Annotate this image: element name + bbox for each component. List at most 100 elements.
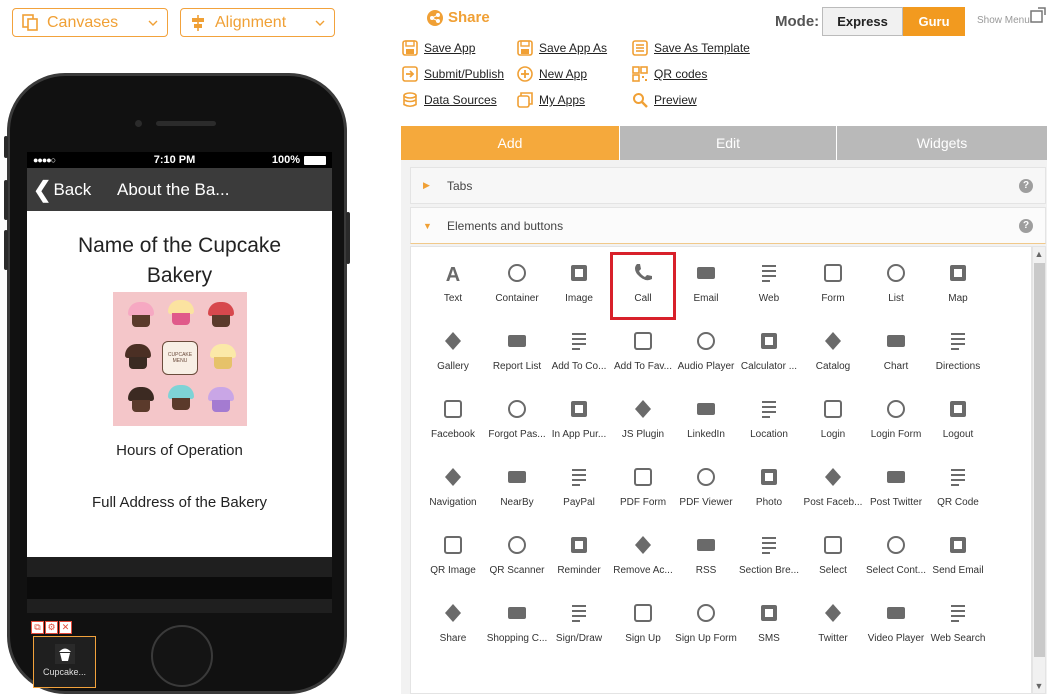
widget-login-form[interactable]: Login Form bbox=[864, 389, 928, 455]
settings-icon[interactable]: ⚙ bbox=[45, 621, 58, 634]
widget-label: PayPal bbox=[563, 497, 595, 508]
widget-sign-draw[interactable]: Sign/Draw bbox=[547, 593, 611, 659]
save-app-link[interactable]: Save App bbox=[402, 40, 475, 56]
widget-send-email[interactable]: Send Email bbox=[926, 525, 990, 591]
gallery-icon bbox=[445, 332, 461, 350]
widget-remove-ac[interactable]: Remove Ac... bbox=[611, 525, 675, 591]
copy-icon[interactable]: ⧉ bbox=[31, 621, 44, 634]
widget-sign-up[interactable]: Sign Up bbox=[611, 593, 675, 659]
mode-guru-button[interactable]: Guru bbox=[903, 7, 965, 36]
widget-image[interactable]: Image bbox=[547, 253, 611, 319]
widget-share[interactable]: Share bbox=[421, 593, 485, 659]
widget-in-app-pur[interactable]: In App Pur... bbox=[547, 389, 611, 455]
widget-qr-code[interactable]: QR Code bbox=[926, 457, 990, 523]
widget-catalog[interactable]: Catalog bbox=[801, 321, 865, 387]
widget-rss[interactable]: RSS bbox=[674, 525, 738, 591]
scroll-down-icon[interactable]: ▼ bbox=[1033, 681, 1045, 691]
widget-audio-player[interactable]: Audio Player bbox=[674, 321, 738, 387]
submit-publish-label: Submit/Publish bbox=[424, 67, 505, 81]
widget-twitter[interactable]: Twitter bbox=[801, 593, 865, 659]
screen-title: About the Ba... bbox=[117, 179, 230, 199]
help-icon[interactable]: ? bbox=[1019, 219, 1033, 233]
widget-web-search[interactable]: Web Search bbox=[926, 593, 990, 659]
widget-web[interactable]: Web bbox=[737, 253, 801, 319]
widget-reminder[interactable]: Reminder bbox=[547, 525, 611, 591]
accordion-tabs[interactable]: ▶ Tabs ? bbox=[410, 167, 1046, 204]
scrollbar-thumb[interactable] bbox=[1034, 263, 1045, 657]
widget-pdf-form[interactable]: PDF Form bbox=[611, 457, 675, 523]
widget-paypal[interactable]: PayPal bbox=[547, 457, 611, 523]
widget-select-cont[interactable]: Select Cont... bbox=[864, 525, 928, 591]
tab-edit[interactable]: Edit bbox=[619, 126, 836, 160]
widget-pdf-viewer[interactable]: PDF Viewer bbox=[674, 457, 738, 523]
widget-sign-up-form[interactable]: Sign Up Form bbox=[674, 593, 738, 659]
widget-navigation[interactable]: Navigation bbox=[421, 457, 485, 523]
widget-call[interactable]: Call bbox=[610, 252, 676, 320]
bakery-name[interactable]: Name of the Cupcake Bakery bbox=[27, 231, 332, 291]
my-apps-link[interactable]: My Apps bbox=[517, 92, 585, 108]
widget-report-list[interactable]: Report List bbox=[485, 321, 549, 387]
widget-sms[interactable]: SMS bbox=[737, 593, 801, 659]
widget-chart[interactable]: Chart bbox=[864, 321, 928, 387]
address-text[interactable]: Full Address of the Bakery bbox=[27, 494, 332, 511]
widget-qr-scanner[interactable]: QR Scanner bbox=[485, 525, 549, 591]
share-button[interactable]: Share bbox=[427, 9, 490, 26]
widget-linkedin[interactable]: LinkedIn bbox=[674, 389, 738, 455]
mode-label: Mode: bbox=[775, 13, 820, 30]
widget-grid-scrollbar[interactable]: ▲ ▼ bbox=[1032, 246, 1046, 694]
expand-icon[interactable] bbox=[1030, 7, 1046, 23]
rss-icon bbox=[697, 539, 715, 551]
accordion-elements[interactable]: ▼ Elements and buttons ? bbox=[410, 207, 1046, 244]
mode-express-button[interactable]: Express bbox=[822, 7, 903, 36]
widget-label: Map bbox=[948, 293, 968, 304]
preview-link[interactable]: Preview bbox=[632, 92, 697, 108]
data-sources-link[interactable]: Data Sources bbox=[402, 92, 497, 108]
help-icon[interactable]: ? bbox=[1019, 179, 1033, 193]
widget-forgot-pas[interactable]: Forgot Pas... bbox=[485, 389, 549, 455]
close-icon[interactable]: ✕ bbox=[59, 621, 72, 634]
submit-publish-link[interactable]: Submit/Publish bbox=[402, 66, 504, 82]
save-as-template-link[interactable]: Save As Template bbox=[632, 40, 750, 56]
widget-form[interactable]: Form bbox=[801, 253, 865, 319]
widget-logout[interactable]: Logout bbox=[926, 389, 990, 455]
widget-photo[interactable]: Photo bbox=[737, 457, 801, 523]
widget-shopping-c[interactable]: Shopping C... bbox=[485, 593, 549, 659]
widget-calculator[interactable]: Calculator ... bbox=[737, 321, 801, 387]
widget-add-to-co[interactable]: Add To Co... bbox=[547, 321, 611, 387]
widget-post-twitter[interactable]: Post Twitter bbox=[864, 457, 928, 523]
widget-post-faceb[interactable]: Post Faceb... bbox=[801, 457, 865, 523]
qr-codes-link[interactable]: QR codes bbox=[632, 66, 707, 82]
widget-select[interactable]: Select bbox=[801, 525, 865, 591]
cupcake-image[interactable]: CUPCAKE MENU bbox=[113, 292, 247, 426]
widget-qr-image[interactable]: QR Image bbox=[421, 525, 485, 591]
widget-facebook[interactable]: Facebook bbox=[421, 389, 485, 455]
widget-location[interactable]: Location bbox=[737, 389, 801, 455]
publish-icon bbox=[402, 66, 418, 82]
widget-login[interactable]: Login bbox=[801, 389, 865, 455]
scroll-up-icon[interactable]: ▲ bbox=[1033, 249, 1045, 259]
widget-directions[interactable]: Directions bbox=[926, 321, 990, 387]
show-menu-link[interactable]: Show Menu bbox=[977, 15, 1030, 26]
widget-nearby[interactable]: NearBy bbox=[485, 457, 549, 523]
forgot-pas-icon bbox=[508, 400, 526, 418]
canvases-dropdown[interactable]: Canvases bbox=[12, 8, 168, 37]
widget-section-bre[interactable]: Section Bre... bbox=[737, 525, 801, 591]
widget-email[interactable]: Email bbox=[674, 253, 738, 319]
hours-text[interactable]: Hours of Operation bbox=[27, 442, 332, 459]
tab-item-cupcake[interactable]: Cupcake... bbox=[33, 636, 96, 688]
tab-add[interactable]: Add bbox=[401, 126, 619, 160]
tab-widgets[interactable]: Widgets bbox=[836, 126, 1047, 160]
widget-text[interactable]: A Text bbox=[421, 253, 485, 319]
widget-label: LinkedIn bbox=[687, 429, 725, 440]
alignment-dropdown[interactable]: Alignment bbox=[180, 8, 335, 37]
widget-js-plugin[interactable]: JS Plugin bbox=[611, 389, 675, 455]
widget-map[interactable]: Map bbox=[926, 253, 990, 319]
new-app-link[interactable]: New App bbox=[517, 66, 587, 82]
widget-video-player[interactable]: Video Player bbox=[864, 593, 928, 659]
widget-container[interactable]: Container bbox=[485, 253, 549, 319]
save-app-as-link[interactable]: Save App As bbox=[517, 40, 607, 56]
widget-add-to-fav[interactable]: Add To Fav... bbox=[611, 321, 675, 387]
widget-gallery[interactable]: Gallery bbox=[421, 321, 485, 387]
back-button[interactable]: ❮ Back bbox=[27, 177, 117, 203]
widget-list[interactable]: List bbox=[864, 253, 928, 319]
